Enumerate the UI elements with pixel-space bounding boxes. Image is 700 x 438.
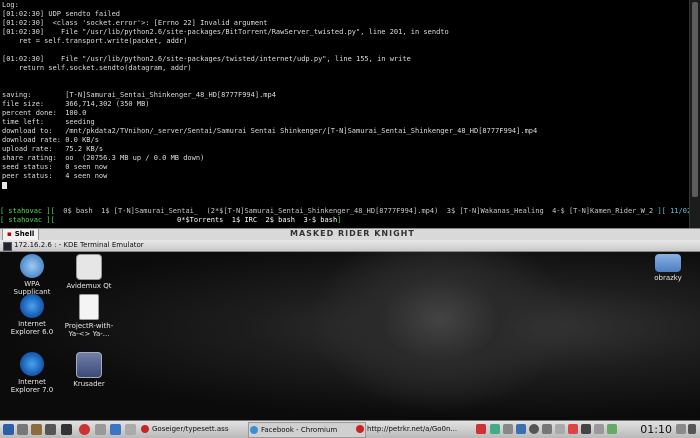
tray-icon[interactable] — [476, 424, 486, 434]
terminal-scrollbar[interactable] — [689, 0, 700, 228]
file-manager-icon[interactable] — [31, 424, 42, 435]
tray-icon[interactable] — [516, 424, 526, 434]
krusader-icon — [76, 352, 102, 378]
avidemux-icon — [76, 254, 102, 280]
terminal-line: seed status: 0 seen now — [2, 163, 108, 171]
app-icon[interactable] — [95, 424, 106, 435]
screen-host: [ stahovac ][ — [0, 216, 55, 224]
terminal-line: [01:02:30] File "/usr/lib/python2.6/site… — [2, 55, 411, 63]
wpa-icon — [20, 254, 44, 278]
screen-window-list: 0*$Torrents 1$ IRC 2$ bash 3-$ bash — [54, 216, 338, 224]
app-icon[interactable] — [125, 424, 136, 435]
screen-status-bar: [ stahovac ][ 0*$Torrents 1$ IRC 2$ bash… — [0, 216, 690, 225]
app-icon[interactable] — [110, 424, 121, 435]
document-icon — [79, 294, 99, 320]
icon-label: Internet Explorer 7.0 — [10, 378, 54, 394]
tray-icon[interactable] — [607, 424, 617, 434]
screen-window-list: 0$ bash 1$ [T-N]Samurai_Sentai_ (2*$[T-N… — [54, 207, 658, 215]
tray-icon[interactable] — [688, 424, 696, 434]
scrollbar-thumb[interactable] — [692, 2, 698, 197]
tray-icon[interactable] — [490, 424, 500, 434]
tray-icon[interactable] — [503, 424, 513, 434]
folder-image-icon — [655, 254, 681, 272]
battery-icon[interactable] — [581, 424, 591, 434]
konsole-icon[interactable] — [45, 424, 56, 435]
terminal-line: download rate: 0.0 KB/s — [2, 136, 99, 144]
terminal-line: percent done: 100.0 — [2, 109, 87, 117]
terminal-line: [01:02:30] File "/usr/lib/python2.6/site… — [2, 28, 449, 36]
terminal-line: ret = self.transport.write(packet, addr) — [2, 37, 188, 45]
desktop-icon-ie7[interactable]: Internet Explorer 7.0 — [2, 352, 62, 394]
tab-label: Shell — [14, 230, 35, 238]
tab-icon: ▪ — [7, 230, 12, 238]
ie-icon — [20, 294, 44, 318]
volume-icon[interactable] — [542, 424, 552, 434]
terminal-line: upload rate: 75.2 KB/s — [2, 145, 104, 153]
chromium-icon — [250, 426, 258, 434]
tray-icon[interactable] — [555, 424, 565, 434]
icon-label: Avidemux Qt — [66, 282, 112, 290]
task-opera-url[interactable]: http://petrkr.net/a/Go0n... — [355, 422, 481, 436]
network-icon[interactable] — [529, 424, 539, 434]
terminal-line: Log: — [2, 1, 19, 9]
terminal-line: share rating: oo (20756.3 MB up / 0.0 MB… — [2, 154, 205, 162]
task-facebook-chromium[interactable]: Facebook - Chromium — [248, 422, 366, 438]
opera-icon[interactable] — [79, 424, 90, 435]
terminal-line: return self.socket.sendto(datagram, addr… — [2, 64, 192, 72]
tray-icon[interactable] — [568, 424, 578, 434]
tray-icon[interactable] — [594, 424, 604, 434]
icon-label: Krusader — [73, 380, 105, 388]
desktop-icon-project[interactable]: ProjectR-with- Ya-<> Ya-... — [59, 294, 119, 338]
desktop[interactable]: WPA Supplicant Avidemux Qt obrazky Inter… — [0, 252, 700, 420]
desktop-icon-krusader[interactable]: Krusader — [59, 352, 119, 388]
terminal-icon[interactable] — [61, 424, 72, 435]
terminal-line: [01:02:30] UDP sendto failed — [2, 10, 121, 18]
screen-page-indicator: ] — [337, 216, 342, 224]
terminal-line: [01:02:30] <class 'socket.error'>: [Errn… — [2, 19, 268, 27]
terminal-window[interactable]: Log: [01:02:30] UDP sendto failed [01:02… — [0, 0, 700, 228]
show-desktop-icon[interactable] — [17, 424, 28, 435]
terminal-line: file size: 366,714,302 (350 MB) — [2, 100, 150, 108]
desktop-icon-obrazky[interactable]: obrazky — [638, 254, 698, 282]
terminal-line: peer status: 4 seen now — [2, 172, 108, 180]
wallpaper-figure — [300, 252, 580, 420]
terminal-line: saving: [T-N]Samurai_Sentai_Shinkenger_4… — [2, 91, 276, 99]
window-title-bar[interactable]: 172.16.2.6 : - KDE Terminal Emulator — [0, 240, 700, 252]
tray-icon[interactable] — [676, 424, 686, 434]
window-title: 172.16.2.6 : - KDE Terminal Emulator — [14, 241, 144, 249]
task-goseiger[interactable]: Goseiger/typesett.ass — [140, 422, 262, 436]
icon-label: obrazky — [654, 274, 682, 282]
terminal-line: download to: /mnt/pkdata2/TVnihon/_serve… — [2, 127, 538, 135]
icon-label: ProjectR-with- Ya-<> Ya-... — [64, 322, 114, 338]
text-cursor — [2, 181, 7, 189]
terminal-app-icon[interactable] — [3, 242, 12, 251]
kde-menu-icon[interactable] — [3, 424, 14, 435]
ie-icon — [20, 352, 44, 376]
screen-status-bar: [ stahovac ][ 0$ bash 1$ [T-N]Samurai_Se… — [0, 207, 700, 216]
app-icon — [141, 425, 149, 433]
opera-icon — [356, 425, 364, 433]
wallpaper-banner: MASKED RIDER KNIGHT — [290, 229, 415, 238]
taskbar: Goseiger/typesett.ass Facebook - Chromiu… — [0, 420, 700, 438]
desktop-icon-wpa[interactable]: WPA Supplicant — [2, 254, 62, 296]
terminal-output[interactable]: Log: [01:02:30] UDP sendto failed [01:02… — [2, 1, 686, 201]
desktop-icon-ie6[interactable]: Internet Explorer 6.0 — [2, 294, 62, 336]
screen-host: [ stahovac ][ — [0, 207, 55, 215]
icon-label: Internet Explorer 6.0 — [10, 320, 54, 336]
desktop-icon-avidemux[interactable]: Avidemux Qt — [59, 254, 119, 290]
clock[interactable]: 01:10 — [640, 421, 672, 438]
terminal-line: time left: seeding — [2, 118, 95, 126]
